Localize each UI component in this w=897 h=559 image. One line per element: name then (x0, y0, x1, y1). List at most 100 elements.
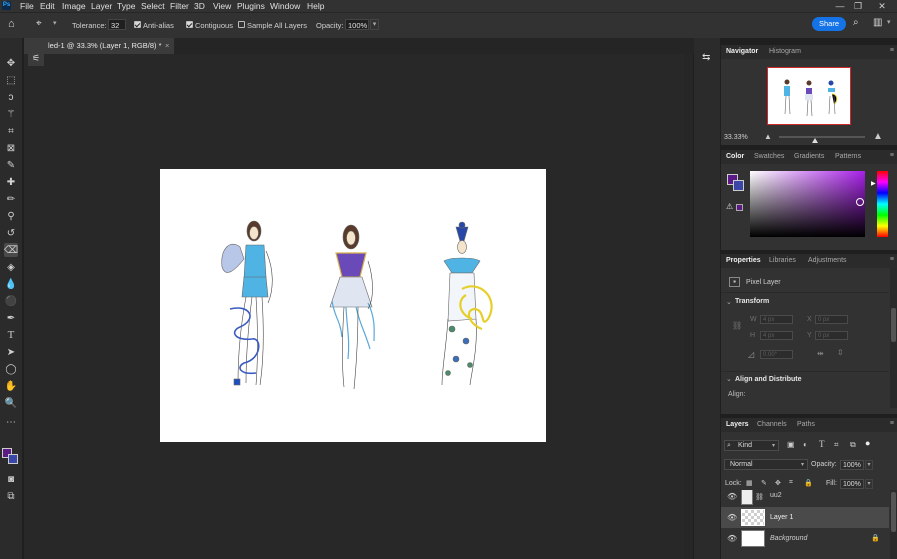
zoom-out-icon[interactable]: ▲ (764, 132, 772, 141)
menu-select[interactable]: Select (141, 0, 165, 12)
marquee-tool-icon[interactable]: ⬚ (4, 73, 18, 87)
home-icon[interactable]: ⌂ (8, 18, 15, 30)
tab-histogram[interactable]: Histogram (769, 45, 801, 59)
layers-scrollbar-thumb[interactable] (891, 492, 896, 532)
layer-row[interactable]: 👁 ⛓ uu2 (721, 490, 889, 507)
y-field[interactable]: 0 px (815, 331, 848, 340)
menu-help[interactable]: Help (307, 0, 324, 12)
menu-plugins[interactable]: Plugins (237, 0, 265, 12)
magic-wand-tool-icon[interactable]: ⚚ (4, 107, 18, 121)
tab-swatches[interactable]: Swatches (754, 150, 784, 164)
document-tab[interactable]: led-1 @ 33.3% (Layer 1, RGB/8) * × (24, 38, 174, 54)
path-selection-tool-icon[interactable]: ➤ (4, 345, 18, 359)
blend-mode-select[interactable]: Normal ▾ (724, 459, 808, 470)
background-color-swatch[interactable] (8, 454, 18, 464)
healing-brush-tool-icon[interactable]: ✚ (4, 175, 18, 189)
lock-transparent-icon[interactable]: ▦ (746, 479, 753, 487)
visibility-eye-icon[interactable]: 👁 (727, 513, 737, 522)
out-of-gamut-warning-icon[interactable]: ⚠ (726, 202, 733, 211)
lock-artboard-icon[interactable]: ⌗ (789, 479, 793, 487)
history-panel-icon[interactable]: ⇆ (702, 52, 710, 63)
document-canvas[interactable] (160, 169, 546, 442)
layer-name[interactable]: Background (770, 535, 807, 542)
tab-adjustments[interactable]: Adjustments (808, 254, 847, 268)
navigator-zoom-value[interactable]: 33.33% (724, 134, 748, 141)
tab-gradients[interactable]: Gradients (794, 150, 824, 164)
layer-opacity-input[interactable]: 100% (840, 460, 864, 470)
minimize-button[interactable]: — (830, 0, 850, 12)
shape-tool-icon[interactable]: ◯ (4, 362, 18, 376)
menu-view[interactable]: View (213, 0, 231, 12)
layer-row-selected[interactable]: 👁 Layer 1 (721, 507, 889, 528)
tab-channels[interactable]: Channels (757, 418, 787, 432)
filter-shape-icon[interactable]: ⌗ (834, 440, 839, 450)
filter-toggle-icon[interactable]: ● (865, 438, 870, 448)
flip-vertical-icon[interactable]: ⇳ (837, 348, 844, 357)
width-field[interactable]: 4 px (760, 315, 793, 324)
panel-menu-icon[interactable]: ≡ (890, 420, 894, 427)
zoom-in-icon[interactable]: ▲ (873, 131, 883, 142)
magic-eraser-icon[interactable]: ⌖ (36, 18, 42, 29)
hue-slider[interactable] (877, 171, 888, 237)
contextual-taskbar-icon[interactable]: ⚟ (28, 50, 44, 66)
tab-properties[interactable]: Properties (726, 254, 761, 268)
visibility-eye-icon[interactable]: 👁 (727, 534, 737, 543)
filter-type-icon[interactable]: T (819, 439, 825, 449)
menu-window[interactable]: Window (270, 0, 300, 12)
filter-smart-object-icon[interactable]: ⧉ (850, 440, 856, 450)
properties-scrollbar-thumb[interactable] (891, 308, 896, 342)
fill-chevron-icon[interactable]: ▾ (865, 479, 873, 489)
tool-preset-chevron-icon[interactable]: ▾ (53, 19, 57, 27)
workspace-icon[interactable]: ▥ (873, 17, 882, 28)
workspace-chevron-icon[interactable]: ▾ (887, 18, 891, 26)
tolerance-input[interactable]: 32 (108, 19, 126, 30)
blur-tool-icon[interactable]: 💧 (4, 277, 18, 291)
tab-libraries[interactable]: Libraries (769, 254, 796, 268)
dodge-tool-icon[interactable]: ⚫ (4, 294, 18, 308)
lasso-tool-icon[interactable]: ↄ (4, 90, 18, 104)
filter-adjustment-icon[interactable]: ◐ (803, 440, 808, 449)
sample-all-layers-checkbox[interactable] (238, 21, 245, 28)
visibility-eye-icon[interactable]: 👁 (727, 492, 737, 501)
gamut-color-swatch[interactable] (736, 204, 743, 211)
properties-scrollbar[interactable] (890, 268, 897, 408)
panel-menu-icon[interactable]: ≡ (890, 152, 894, 159)
transform-section-title[interactable]: Transform (735, 298, 769, 305)
layers-scrollbar[interactable] (890, 490, 897, 559)
lock-all-icon[interactable]: 🔒 (804, 479, 813, 487)
menu-edit[interactable]: Edit (40, 0, 55, 12)
crop-tool-icon[interactable]: ⌗ (4, 124, 18, 138)
share-button[interactable]: Share (812, 17, 846, 31)
filter-pixel-icon[interactable]: ▣ (787, 440, 795, 449)
frame-tool-icon[interactable]: ⊠ (4, 141, 18, 155)
restore-button[interactable]: ❐ (848, 0, 868, 12)
lock-image-icon[interactable]: ✎ (761, 479, 767, 487)
menu-file[interactable]: File (20, 0, 34, 12)
paint-bucket-tool-icon[interactable]: ◈ (4, 260, 18, 274)
height-field[interactable]: 4 px (760, 331, 793, 340)
opacity-input[interactable]: 100% (345, 19, 369, 30)
menu-layer[interactable]: Layer (91, 0, 112, 12)
zoom-slider-handle[interactable] (812, 138, 818, 143)
color-background-swatch[interactable] (733, 180, 744, 191)
screen-mode-icon[interactable]: ⧉ (4, 489, 18, 503)
tab-color[interactable]: Color (726, 150, 744, 164)
clone-stamp-tool-icon[interactable]: ⚲ (4, 209, 18, 223)
tab-layers[interactable]: Layers (726, 418, 749, 432)
type-tool-icon[interactable]: T (4, 328, 18, 342)
navigator-preview[interactable] (767, 67, 851, 125)
hue-slider-arrow-icon[interactable]: ▶ (871, 180, 876, 187)
transform-chevron-icon[interactable]: ⌄ (726, 298, 732, 306)
tab-paths[interactable]: Paths (797, 418, 815, 432)
layer-name[interactable]: uu2 (770, 492, 782, 499)
zoom-tool-icon[interactable]: 🔍 (4, 396, 18, 410)
quick-mask-icon[interactable]: ◙ (4, 472, 18, 486)
layer-filter-select[interactable]: ⌕ Kind ▾ (724, 440, 779, 451)
lock-position-icon[interactable]: ✥ (775, 479, 781, 487)
panel-menu-icon[interactable]: ≡ (890, 256, 894, 263)
layer-row[interactable]: 👁 Background 🔒 (721, 528, 889, 549)
align-section-title[interactable]: Align and Distribute (735, 376, 802, 383)
x-field[interactable]: 0 px (815, 315, 848, 324)
tab-navigator[interactable]: Navigator (726, 45, 758, 59)
menu-3d[interactable]: 3D (194, 0, 205, 12)
